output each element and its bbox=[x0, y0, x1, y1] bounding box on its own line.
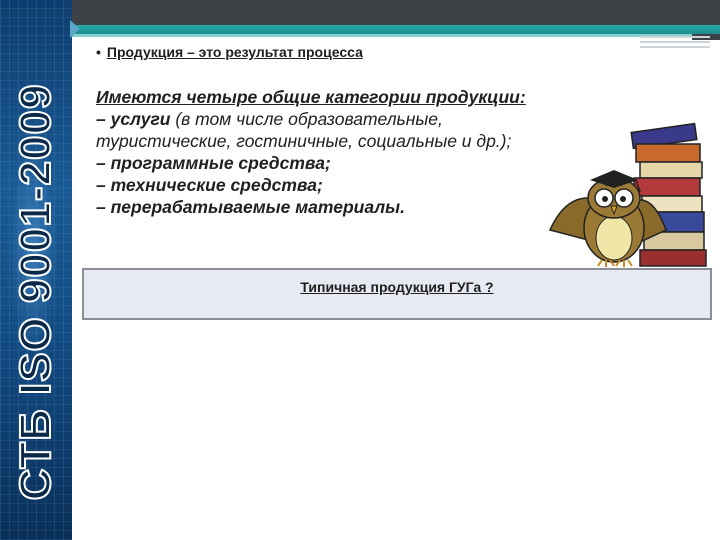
question-link[interactable]: Типичная продукция ГУГа ? bbox=[84, 279, 710, 295]
intro-line: Имеются четыре общие категории продукции… bbox=[96, 87, 526, 107]
top-bar bbox=[72, 0, 720, 40]
top-accent-line bbox=[72, 25, 720, 34]
slide-heading: • Продукция – это результат процесса bbox=[96, 44, 363, 60]
list-item-lead: – перерабатываемые материалы. bbox=[96, 197, 405, 217]
sidebar-banner: СТБ ISO 9001-2009 bbox=[0, 0, 72, 540]
list-item: – технические средства; bbox=[96, 174, 566, 196]
top-bar-notch bbox=[692, 0, 720, 40]
arrow-marker-icon bbox=[70, 20, 80, 38]
slide-body: Имеются четыре общие категории продукции… bbox=[96, 86, 566, 218]
list-item: – услуги (в том числе образовательные, т… bbox=[96, 108, 566, 152]
list-item-lead: – программные средства; bbox=[96, 153, 331, 173]
list-item: – перерабатываемые материалы. bbox=[96, 196, 566, 218]
list-item-lead: – технические средства; bbox=[96, 175, 323, 195]
owl-with-books-clipart bbox=[548, 122, 707, 267]
list-item: – программные средства; bbox=[96, 152, 566, 174]
book-stack-icon bbox=[630, 122, 707, 267]
heading-text: Продукция – это результат процесса bbox=[106, 44, 363, 60]
top-accent-thin-line bbox=[72, 34, 692, 37]
decorative-stripes bbox=[640, 36, 710, 50]
question-box: Типичная продукция ГУГа ? bbox=[82, 268, 712, 320]
list-item-lead: – услуги bbox=[96, 109, 171, 129]
vertical-standard-title: СТБ ISO 9001-2009 bbox=[10, 83, 61, 502]
bullet-icon: • bbox=[96, 44, 101, 60]
